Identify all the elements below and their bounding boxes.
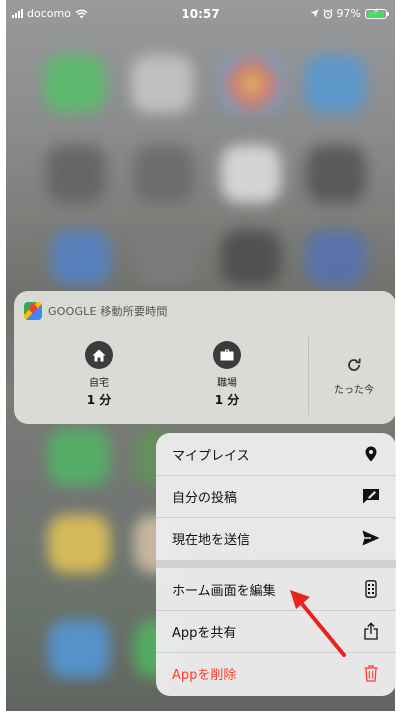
send-icon — [360, 527, 382, 549]
menu-item-label: マイプレイス — [172, 448, 250, 464]
widget-header: GOOGLE 移動所要時間 — [24, 302, 168, 320]
destination-duration: 1 分 — [214, 393, 240, 407]
destination-home[interactable]: 自宅 1 分 — [44, 341, 154, 408]
status-right: 97% ⚡ — [309, 7, 389, 20]
context-menu: マイプレイス 自分の投稿 現在地を送信 ホーム画面を編集 Appを共有 Appを… — [156, 433, 396, 696]
menu-item-label: 自分の投稿 — [172, 490, 238, 506]
refresh-button[interactable]: たった今 — [314, 357, 394, 396]
destination-name: 自宅 — [89, 378, 109, 389]
widget-divider — [308, 337, 309, 415]
refresh-icon — [314, 357, 394, 377]
briefcase-icon — [213, 341, 241, 369]
destination-name: 職場 — [217, 378, 237, 389]
alarm-icon — [322, 8, 333, 19]
destination-duration: 1 分 — [86, 393, 112, 407]
google-maps-icon — [24, 302, 42, 320]
menu-section-separator — [156, 560, 396, 568]
share-icon — [360, 620, 382, 642]
destination-work[interactable]: 職場 1 分 — [172, 341, 282, 408]
maps-travel-widget: GOOGLE 移動所要時間 自宅 1 分 職場 1 分 たった今 — [14, 291, 395, 424]
menu-item-label: Appを共有 — [172, 625, 237, 641]
menu-item-share-app[interactable]: Appを共有 — [156, 610, 396, 653]
annotation-arrow — [290, 590, 346, 657]
menu-item-delete-app[interactable]: Appを削除 — [156, 652, 396, 694]
menu-item-edit-home-screen[interactable]: ホーム画面を編集 — [156, 568, 396, 611]
location-arrow-icon — [309, 9, 319, 18]
trash-icon — [360, 662, 382, 684]
menu-item-label: ホーム画面を編集 — [172, 583, 276, 599]
refresh-label: たった今 — [334, 385, 374, 396]
menu-item-send-location[interactable]: 現在地を送信 — [156, 517, 396, 559]
menu-item-label: Appを削除 — [172, 667, 237, 683]
phone-edit-icon — [360, 578, 382, 600]
status-bar: docomo 10:57 97% ⚡ — [6, 0, 395, 28]
menu-item-my-posts[interactable]: 自分の投稿 — [156, 475, 396, 518]
widget-title: GOOGLE 移動所要時間 — [48, 305, 168, 318]
menu-item-my-places[interactable]: マイプレイス — [156, 433, 396, 476]
menu-item-label: 現在地を送信 — [172, 532, 251, 548]
edit-icon — [360, 485, 382, 507]
location-pin-icon — [360, 443, 382, 465]
home-icon — [85, 341, 113, 369]
battery-icon: ⚡ — [365, 7, 389, 19]
battery-percentage: 97% — [336, 7, 361, 20]
